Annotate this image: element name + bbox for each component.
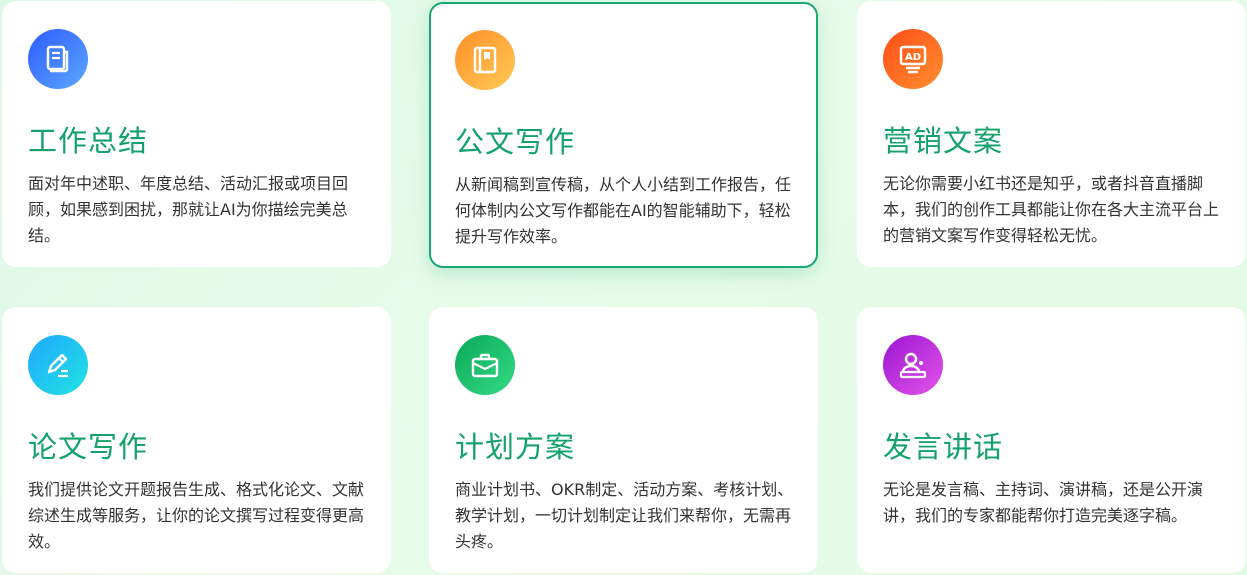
card-description: 无论你需要小红书还是知乎，或者抖音直播脚本，我们的创作工具都能让你在各大主流平台… — [883, 174, 1220, 245]
svg-text:AD: AD — [905, 52, 921, 63]
ad-icon: AD — [883, 29, 943, 89]
card-work-summary[interactable]: 工作总结 面对年中述职、年度总结、活动汇报或项目回顾，如果感到困扰，那就让AI为… — [2, 1, 391, 267]
book-icon — [455, 30, 515, 90]
card-marketing-copy[interactable]: AD 营销文案 无论你需要小红书还是知乎，或者抖音直播脚本，我们的创作工具都能让… — [857, 1, 1246, 267]
card-description: 从新闻稿到宣传稿，从个人小结到工作报告，任何体制内公文写作都能在AI的智能辅助下… — [455, 175, 792, 246]
pen-icon — [28, 335, 88, 395]
card-official-writing[interactable]: 公文写作 从新闻稿到宣传稿，从个人小结到工作报告，任何体制内公文写作都能在AI的… — [429, 2, 818, 268]
speaker-icon — [883, 335, 943, 395]
card-description: 我们提供论文开题报告生成、格式化论文、文献综述生成等服务，让你的论文撰写过程变得… — [28, 480, 365, 551]
document-icon — [28, 29, 88, 89]
card-description: 面对年中述职、年度总结、活动汇报或项目回顾，如果感到困扰，那就让AI为你描绘完美… — [28, 174, 349, 245]
briefcase-icon — [455, 335, 515, 395]
card-title: 计划方案 — [455, 430, 576, 464]
card-speech[interactable]: 发言讲话 无论是发言稿、主持词、演讲稿，还是公开演讲，我们的专家都能帮你打造完美… — [857, 307, 1246, 573]
feature-grid: 工作总结 面对年中述职、年度总结、活动汇报或项目回顾，如果感到困扰，那就让AI为… — [2, 1, 1247, 573]
card-thesis-writing[interactable]: 论文写作 我们提供论文开题报告生成、格式化论文、文献综述生成等服务，让你的论文撰… — [2, 307, 391, 573]
card-title: 工作总结 — [28, 124, 149, 158]
card-title: 发言讲话 — [883, 430, 1004, 464]
card-planning[interactable]: 计划方案 商业计划书、OKR制定、活动方案、考核计划、教学计划，一切计划制定让我… — [429, 307, 818, 573]
card-title: 营销文案 — [883, 124, 1004, 158]
card-description: 无论是发言稿、主持词、演讲稿，还是公开演讲，我们的专家都能帮你打造完美逐字稿。 — [883, 480, 1204, 525]
card-description: 商业计划书、OKR制定、活动方案、考核计划、教学计划，一切计划制定让我们来帮你，… — [455, 480, 794, 551]
card-title: 论文写作 — [28, 430, 149, 464]
card-title: 公文写作 — [455, 125, 576, 159]
